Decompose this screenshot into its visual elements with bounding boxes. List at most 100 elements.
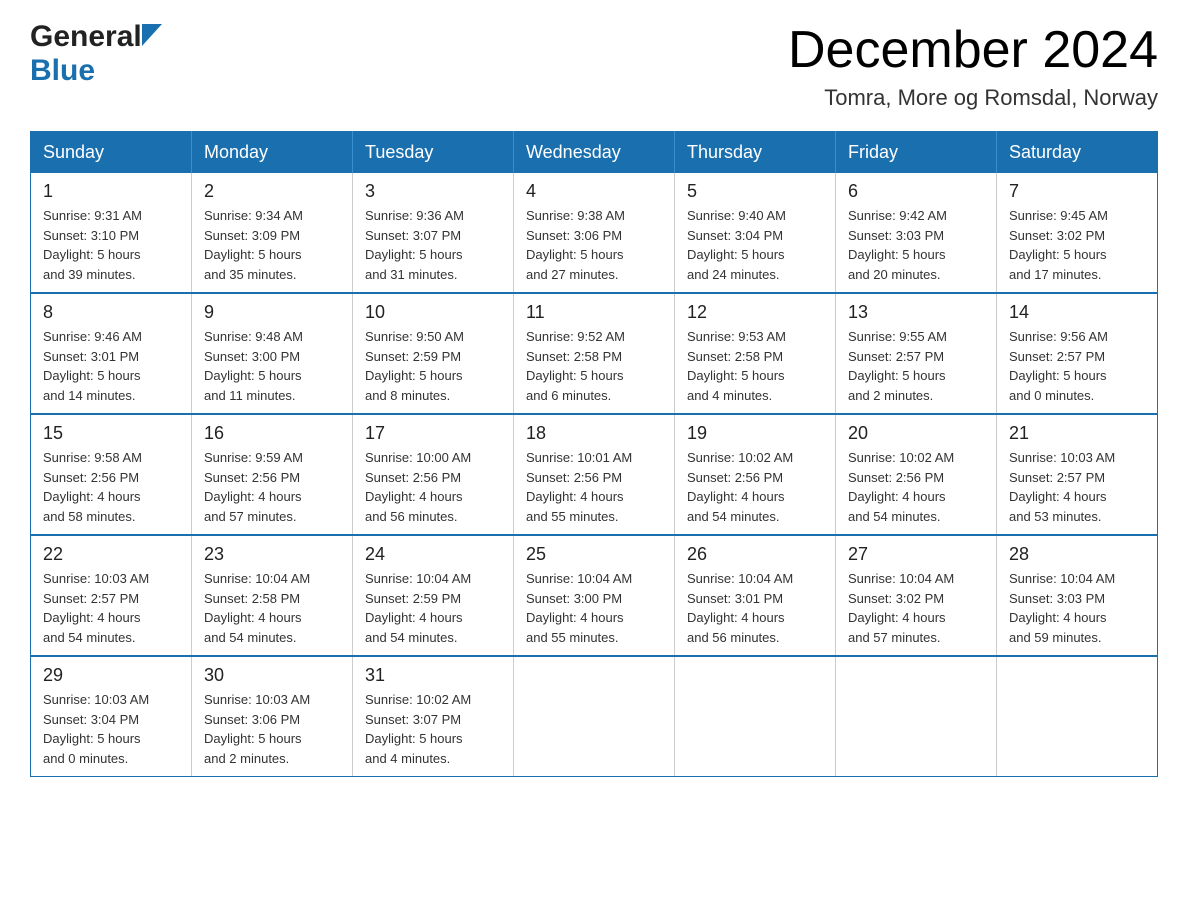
calendar-week-row: 29Sunrise: 10:03 AMSunset: 3:04 PMDaylig… — [31, 656, 1158, 777]
header-friday: Friday — [836, 132, 997, 174]
day-number: 9 — [204, 302, 340, 323]
day-info: Sunrise: 9:56 AMSunset: 2:57 PMDaylight:… — [1009, 327, 1145, 405]
day-info: Sunrise: 10:03 AMSunset: 3:06 PMDaylight… — [204, 690, 340, 768]
day-number: 5 — [687, 181, 823, 202]
logo: General Blue — [30, 20, 162, 88]
calendar-cell: 17 Sunrise: 10:00 AMSunset: 2:56 PMDaylig… — [353, 414, 514, 535]
day-info: Sunrise: 9:42 AMSunset: 3:03 PMDaylight:… — [848, 206, 984, 284]
day-info: Sunrise: 10:04 AMSunset: 2:59 PMDaylight… — [365, 569, 501, 647]
calendar-cell: 25 Sunrise: 10:04 AMSunset: 3:00 PMDaylig… — [514, 535, 675, 656]
header-saturday: Saturday — [997, 132, 1158, 174]
logo-blue-text: Blue — [30, 54, 95, 88]
day-info: Sunrise: 9:58 AMSunset: 2:56 PMDaylight:… — [43, 448, 179, 526]
day-number: 6 — [848, 181, 984, 202]
day-number: 25 — [526, 544, 662, 565]
calendar-cell: 7Sunrise: 9:45 AMSunset: 3:02 PMDaylight… — [997, 173, 1158, 293]
day-info: Sunrise: 10:03 AMSunset: 2:57 PMDaylight… — [43, 569, 179, 647]
day-info: Sunrise: 9:36 AMSunset: 3:07 PMDaylight:… — [365, 206, 501, 284]
logo-wrapper: General — [30, 20, 162, 54]
day-number: 14 — [1009, 302, 1145, 323]
day-number: 10 — [365, 302, 501, 323]
calendar-cell: 16 Sunrise: 9:59 AMSunset: 2:56 PMDayligh… — [192, 414, 353, 535]
day-number: 16 — [204, 423, 340, 444]
header-tuesday: Tuesday — [353, 132, 514, 174]
day-info: Sunrise: 9:38 AMSunset: 3:06 PMDaylight:… — [526, 206, 662, 284]
day-info: Sunrise: 10:04 AMSunset: 3:00 PMDaylight… — [526, 569, 662, 647]
day-header-row: Sunday Monday Tuesday Wednesday Thursday… — [31, 132, 1158, 174]
calendar-week-row: 1 Sunrise: 9:31 AMSunset: 3:10 PMDaylight… — [31, 173, 1158, 293]
day-number: 1 — [43, 181, 179, 202]
logo-general-text: General — [30, 20, 142, 54]
header-wednesday: Wednesday — [514, 132, 675, 174]
calendar-week-row: 15 Sunrise: 9:58 AMSunset: 2:56 PMDayligh… — [31, 414, 1158, 535]
calendar-cell: 5 Sunrise: 9:40 AMSunset: 3:04 PMDaylight… — [675, 173, 836, 293]
logo-arrow-icon — [142, 24, 162, 46]
day-number: 3 — [365, 181, 501, 202]
calendar-cell: 4 Sunrise: 9:38 AMSunset: 3:06 PMDaylight… — [514, 173, 675, 293]
day-number: 4 — [526, 181, 662, 202]
day-info: Sunrise: 10:03 AMSunset: 2:57 PMDaylight… — [1009, 448, 1145, 526]
calendar-cell: 20 Sunrise: 10:02 AMSunset: 2:56 PMDaylig… — [836, 414, 997, 535]
calendar-cell: 14 Sunrise: 9:56 AMSunset: 2:57 PMDayligh… — [997, 293, 1158, 414]
calendar-cell: 15 Sunrise: 9:58 AMSunset: 2:56 PMDayligh… — [31, 414, 192, 535]
day-number: 8 — [43, 302, 179, 323]
calendar-cell: 27 Sunrise: 10:04 AMSunset: 3:02 PMDaylig… — [836, 535, 997, 656]
day-info: Sunrise: 10:02 AMSunset: 2:56 PMDaylight… — [848, 448, 984, 526]
day-number: 19 — [687, 423, 823, 444]
day-number: 29 — [43, 665, 179, 686]
calendar-cell — [997, 656, 1158, 777]
calendar-cell — [675, 656, 836, 777]
calendar-week-row: 8 Sunrise: 9:46 AMSunset: 3:01 PMDaylight… — [31, 293, 1158, 414]
day-number: 30 — [204, 665, 340, 686]
day-number: 12 — [687, 302, 823, 323]
day-info: Sunrise: 9:59 AMSunset: 2:56 PMDaylight:… — [204, 448, 340, 526]
day-info: Sunrise: 10:02 AMSunset: 2:56 PMDaylight… — [687, 448, 823, 526]
calendar-cell — [514, 656, 675, 777]
location-title: Tomra, More og Romsdal, Norway — [788, 85, 1158, 111]
calendar-cell: 13Sunrise: 9:55 AMSunset: 2:57 PMDayligh… — [836, 293, 997, 414]
day-number: 28 — [1009, 544, 1145, 565]
day-number: 20 — [848, 423, 984, 444]
day-number: 2 — [204, 181, 340, 202]
calendar-cell: 2 Sunrise: 9:34 AMSunset: 3:09 PMDaylight… — [192, 173, 353, 293]
day-number: 21 — [1009, 423, 1145, 444]
day-info: Sunrise: 10:04 AMSunset: 2:58 PMDaylight… — [204, 569, 340, 647]
day-number: 15 — [43, 423, 179, 444]
calendar-cell: 19 Sunrise: 10:02 AMSunset: 2:56 PMDaylig… — [675, 414, 836, 535]
day-info: Sunrise: 9:55 AMSunset: 2:57 PMDaylight:… — [848, 327, 984, 405]
calendar-cell: 26Sunrise: 10:04 AMSunset: 3:01 PMDaylig… — [675, 535, 836, 656]
day-number: 24 — [365, 544, 501, 565]
calendar-week-row: 22 Sunrise: 10:03 AMSunset: 2:57 PMDaylig… — [31, 535, 1158, 656]
calendar-cell: 1 Sunrise: 9:31 AMSunset: 3:10 PMDaylight… — [31, 173, 192, 293]
day-info: Sunrise: 9:50 AMSunset: 2:59 PMDaylight:… — [365, 327, 501, 405]
day-info: Sunrise: 9:40 AMSunset: 3:04 PMDaylight:… — [687, 206, 823, 284]
day-info: Sunrise: 9:53 AMSunset: 2:58 PMDaylight:… — [687, 327, 823, 405]
day-info: Sunrise: 10:04 AMSunset: 3:01 PMDaylight… — [687, 569, 823, 647]
page-header: General Blue December 2024 Tomra, More o… — [30, 20, 1158, 111]
calendar-cell: 18 Sunrise: 10:01 AMSunset: 2:56 PMDaylig… — [514, 414, 675, 535]
day-number: 17 — [365, 423, 501, 444]
day-info: Sunrise: 10:01 AMSunset: 2:56 PMDaylight… — [526, 448, 662, 526]
day-number: 27 — [848, 544, 984, 565]
day-number: 7 — [1009, 181, 1145, 202]
header-monday: Monday — [192, 132, 353, 174]
day-number: 22 — [43, 544, 179, 565]
title-section: December 2024 Tomra, More og Romsdal, No… — [788, 20, 1158, 111]
calendar-cell: 24 Sunrise: 10:04 AMSunset: 2:59 PMDaylig… — [353, 535, 514, 656]
calendar-cell: 3 Sunrise: 9:36 AMSunset: 3:07 PMDaylight… — [353, 173, 514, 293]
day-info: Sunrise: 9:31 AMSunset: 3:10 PMDaylight:… — [43, 206, 179, 284]
day-number: 18 — [526, 423, 662, 444]
calendar-cell: 11Sunrise: 9:52 AMSunset: 2:58 PMDayligh… — [514, 293, 675, 414]
calendar-cell: 29Sunrise: 10:03 AMSunset: 3:04 PMDaylig… — [31, 656, 192, 777]
day-info: Sunrise: 10:04 AMSunset: 3:02 PMDaylight… — [848, 569, 984, 647]
calendar-cell: 28Sunrise: 10:04 AMSunset: 3:03 PMDaylig… — [997, 535, 1158, 656]
day-info: Sunrise: 9:34 AMSunset: 3:09 PMDaylight:… — [204, 206, 340, 284]
calendar-cell: 9 Sunrise: 9:48 AMSunset: 3:00 PMDaylight… — [192, 293, 353, 414]
day-info: Sunrise: 10:00 AMSunset: 2:56 PMDaylight… — [365, 448, 501, 526]
day-info: Sunrise: 9:48 AMSunset: 3:00 PMDaylight:… — [204, 327, 340, 405]
calendar-cell: 22 Sunrise: 10:03 AMSunset: 2:57 PMDaylig… — [31, 535, 192, 656]
day-info: Sunrise: 9:46 AMSunset: 3:01 PMDaylight:… — [43, 327, 179, 405]
calendar-cell: 31Sunrise: 10:02 AMSunset: 3:07 PMDaylig… — [353, 656, 514, 777]
calendar-cell: 10 Sunrise: 9:50 AMSunset: 2:59 PMDayligh… — [353, 293, 514, 414]
day-number: 31 — [365, 665, 501, 686]
